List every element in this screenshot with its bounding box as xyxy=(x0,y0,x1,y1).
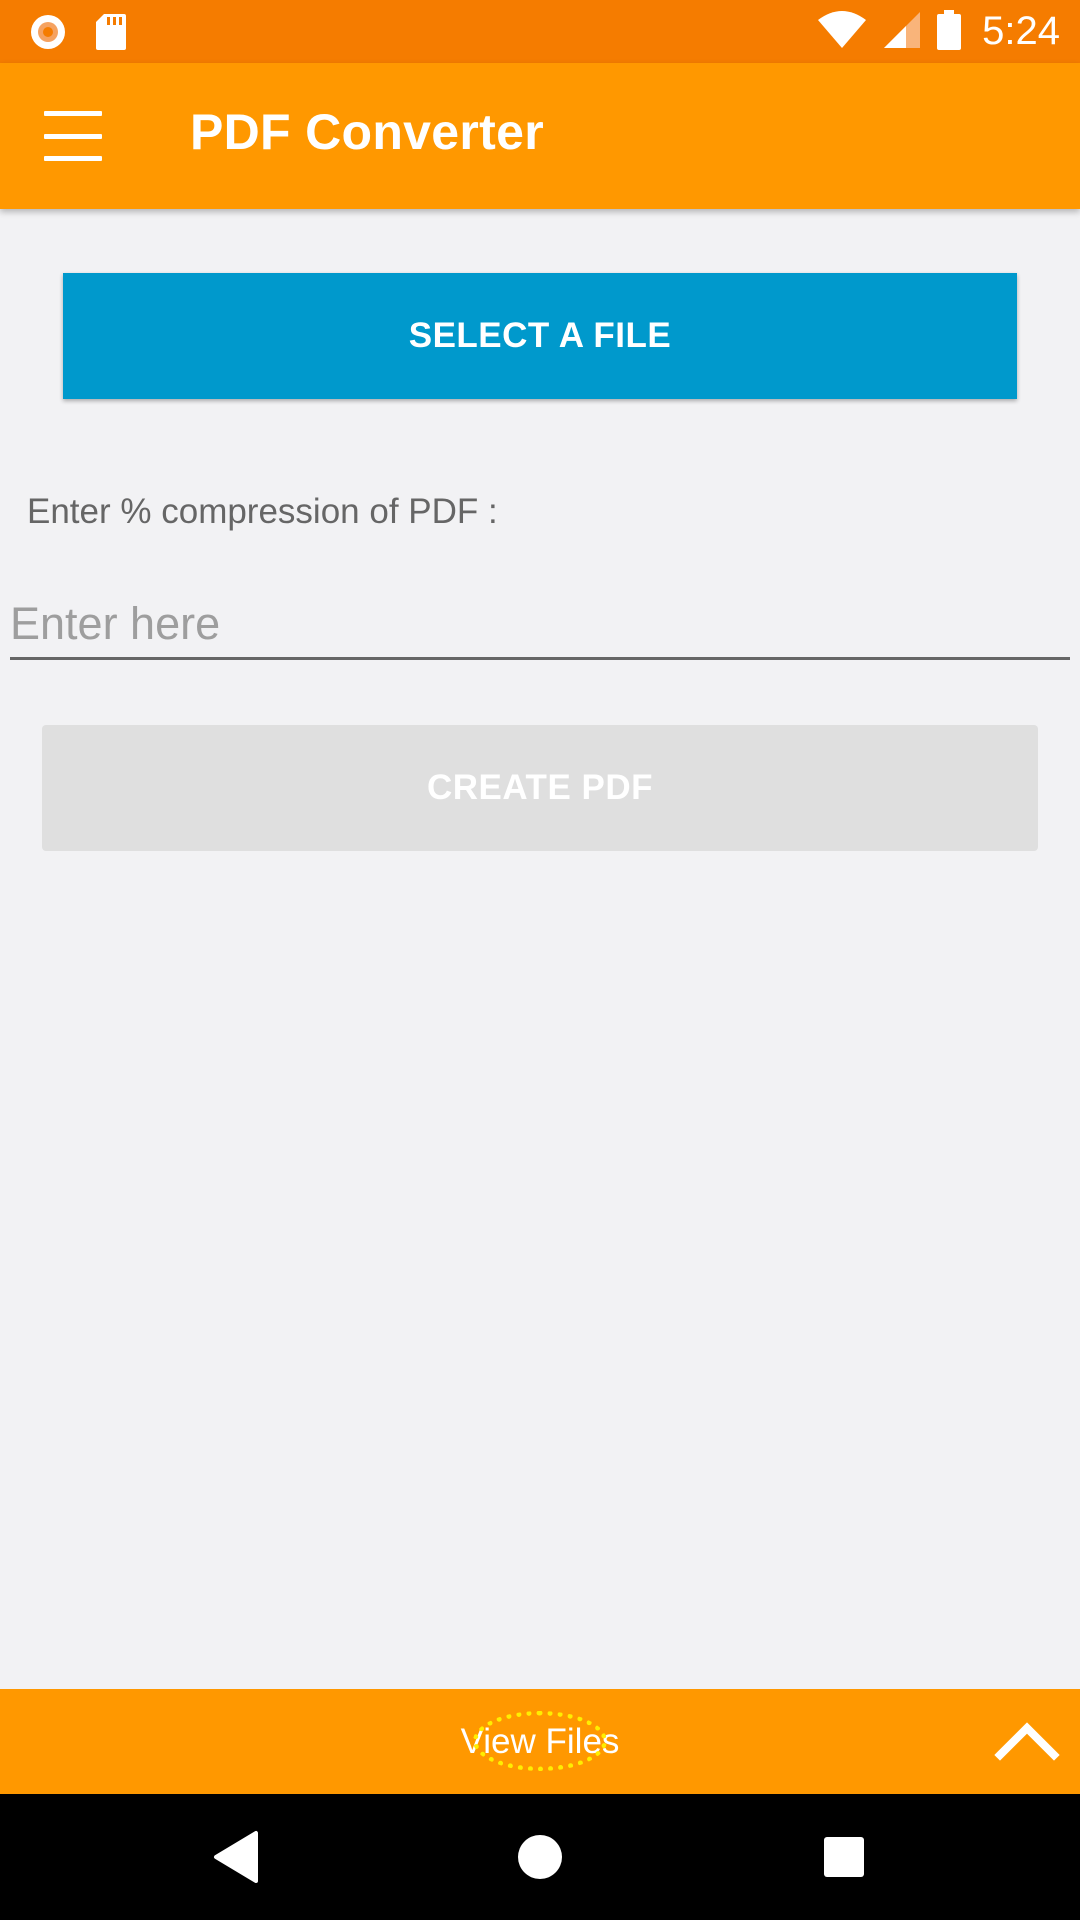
chevron-up-icon[interactable] xyxy=(994,1711,1060,1771)
battery-icon xyxy=(936,9,962,54)
recents-icon[interactable] xyxy=(814,1827,874,1887)
select-file-button[interactable]: SELECT A FILE xyxy=(63,273,1017,399)
sd-card-icon xyxy=(94,12,128,56)
touch-indicator xyxy=(473,1711,607,1771)
app-screen: 5:24 PDF Converter SELECT A FILE Enter %… xyxy=(0,0,1080,1920)
app-title: PDF Converter xyxy=(190,104,544,160)
signal-icon xyxy=(882,10,922,54)
back-icon[interactable] xyxy=(208,1827,268,1887)
wifi-icon xyxy=(816,10,868,54)
compression-input[interactable] xyxy=(10,590,1070,660)
record-icon xyxy=(28,12,68,56)
status-time: 5:24 xyxy=(982,9,1060,53)
status-bar: 5:24 xyxy=(0,0,1080,63)
app-bar: PDF Converter xyxy=(0,63,1080,209)
compression-label: Enter % compression of PDF : xyxy=(27,492,498,531)
navigation-bar xyxy=(0,1794,1080,1920)
hamburger-menu-icon[interactable] xyxy=(38,111,108,161)
create-pdf-button[interactable]: CREATE PDF xyxy=(42,725,1038,851)
view-files-bar[interactable]: View Files xyxy=(0,1689,1080,1794)
home-icon[interactable] xyxy=(510,1827,570,1887)
